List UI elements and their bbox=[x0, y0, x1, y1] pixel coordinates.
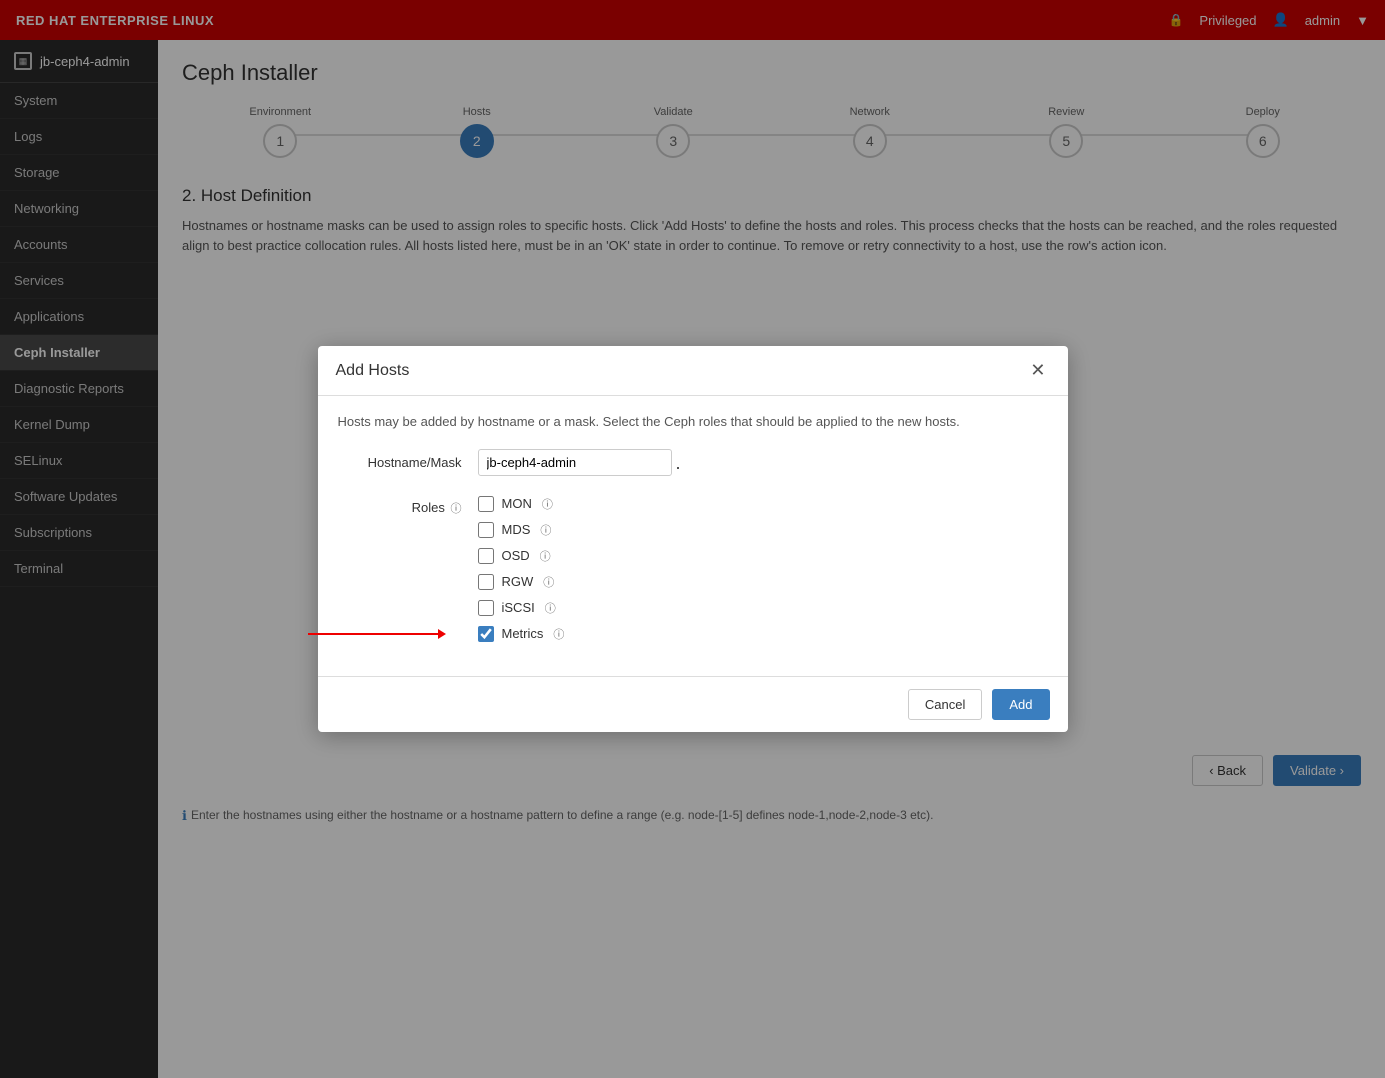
arrow-annotation bbox=[308, 629, 446, 639]
dot-separator: . bbox=[676, 449, 681, 478]
role-checkbox-metrics[interactable] bbox=[478, 626, 494, 642]
role-checkbox-iscsi[interactable] bbox=[478, 600, 494, 616]
modal-header: Add Hosts ✕ bbox=[318, 346, 1068, 396]
role-label-metrics: Metrics bbox=[502, 626, 544, 641]
osd-info-icon: ⓘ bbox=[540, 548, 551, 564]
role-row-iscsi: iSCSI ⓘ bbox=[478, 600, 565, 616]
modal-overlay: Add Hosts ✕ Hosts may be added by hostna… bbox=[0, 0, 1385, 1078]
arrow-head bbox=[438, 629, 446, 639]
role-label-osd: OSD bbox=[502, 548, 530, 563]
rgw-info-icon: ⓘ bbox=[543, 574, 554, 590]
role-label-mds: MDS bbox=[502, 522, 531, 537]
mds-info-icon: ⓘ bbox=[540, 522, 551, 538]
role-label-rgw: RGW bbox=[502, 574, 534, 589]
role-row-rgw: RGW ⓘ bbox=[478, 574, 565, 590]
role-checkbox-rgw[interactable] bbox=[478, 574, 494, 590]
role-checkbox-mds[interactable] bbox=[478, 522, 494, 538]
hostname-input[interactable] bbox=[478, 449, 672, 476]
metrics-info-icon: ⓘ bbox=[553, 626, 564, 642]
cancel-button[interactable]: Cancel bbox=[908, 689, 982, 720]
role-checkbox-mon[interactable] bbox=[478, 496, 494, 512]
modal-description: Hosts may be added by hostname or a mask… bbox=[338, 414, 1048, 429]
role-label-mon: MON bbox=[502, 496, 532, 511]
modal-title: Add Hosts bbox=[336, 362, 410, 380]
role-row-metrics: Metrics ⓘ bbox=[478, 626, 565, 642]
role-row-osd: OSD ⓘ bbox=[478, 548, 565, 564]
roles-list: MON ⓘ MDS ⓘ OSD ⓘ bbox=[478, 494, 565, 642]
hostname-label: Hostname/Mask bbox=[338, 449, 478, 470]
add-button[interactable]: Add bbox=[992, 689, 1049, 720]
iscsi-info-icon: ⓘ bbox=[545, 600, 556, 616]
modal-footer: Cancel Add bbox=[318, 676, 1068, 732]
role-row-mds: MDS ⓘ bbox=[478, 522, 565, 538]
mon-info-icon: ⓘ bbox=[542, 496, 553, 512]
roles-label: Roles ⓘ bbox=[338, 494, 478, 516]
add-hosts-modal: Add Hosts ✕ Hosts may be added by hostna… bbox=[318, 346, 1068, 732]
arrow-line bbox=[308, 633, 438, 635]
role-checkbox-osd[interactable] bbox=[478, 548, 494, 564]
modal-close-button[interactable]: ✕ bbox=[1026, 360, 1049, 381]
modal-body: Hosts may be added by hostname or a mask… bbox=[318, 396, 1068, 676]
role-label-iscsi: iSCSI bbox=[502, 600, 535, 615]
roles-info-icon: ⓘ bbox=[451, 503, 462, 515]
roles-row: Roles ⓘ MON ⓘ MDS ⓘ bbox=[338, 494, 1048, 642]
hostname-row: Hostname/Mask . bbox=[338, 449, 1048, 478]
role-row-mon: MON ⓘ bbox=[478, 496, 565, 512]
